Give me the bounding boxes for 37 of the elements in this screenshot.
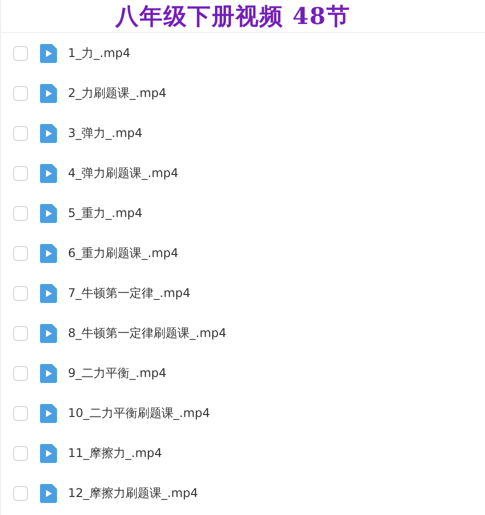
page-title: 八年级下册视频 48节 (115, 2, 350, 32)
file-name[interactable]: 6_重力刷题课_.mp4 (68, 244, 178, 262)
video-file-icon (40, 404, 57, 422)
checkbox[interactable] (13, 326, 28, 340)
checkbox[interactable] (13, 246, 28, 260)
file-name[interactable]: 10_二力平衡刷题课_.mp4 (68, 404, 210, 422)
video-file-icon (40, 204, 57, 222)
video-file-icon (40, 484, 57, 502)
checkbox[interactable] (13, 126, 28, 140)
checkbox[interactable] (13, 366, 28, 380)
file-name[interactable]: 9_二力平衡_.mp4 (68, 364, 166, 382)
checkbox[interactable] (13, 86, 28, 100)
video-file-icon (40, 284, 57, 302)
checkbox[interactable] (13, 486, 28, 500)
file-name[interactable]: 1_力_.mp4 (68, 44, 130, 62)
checkbox[interactable] (13, 446, 28, 460)
video-file-icon (40, 324, 57, 342)
file-name[interactable]: 2_力刷题课_.mp4 (68, 84, 166, 102)
file-name[interactable]: 11_摩擦力_.mp4 (68, 444, 162, 462)
file-name[interactable]: 3_弹力_.mp4 (68, 124, 142, 142)
video-file-icon (40, 444, 57, 462)
video-file-icon (40, 364, 57, 382)
file-name[interactable]: 12_摩擦力刷题课_.mp4 (68, 484, 198, 502)
checkbox[interactable] (13, 166, 28, 180)
checkbox[interactable] (13, 406, 28, 420)
video-file-icon (40, 244, 57, 262)
file-name[interactable]: 4_弹力刷题课_.mp4 (68, 164, 178, 182)
video-file-icon (40, 124, 57, 142)
checkbox[interactable] (13, 46, 28, 60)
checkbox[interactable] (13, 206, 28, 220)
file-name[interactable]: 7_牛顿第一定律_.mp4 (68, 284, 190, 302)
file-name[interactable]: 5_重力_.mp4 (68, 204, 142, 222)
video-file-icon (40, 164, 57, 182)
file-name[interactable]: 8_牛顿第一定律刷题课_.mp4 (68, 324, 226, 342)
video-file-icon (40, 84, 57, 102)
video-file-icon (40, 44, 57, 62)
checkbox[interactable] (13, 286, 28, 300)
